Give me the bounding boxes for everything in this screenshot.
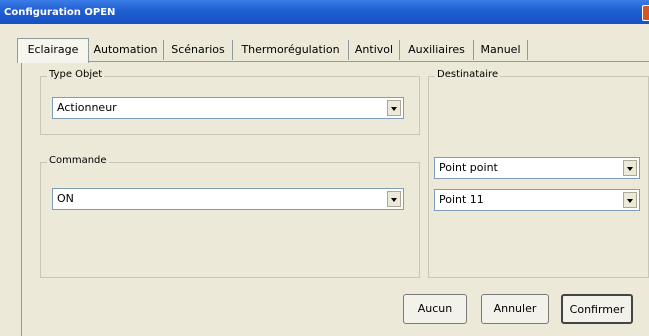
destinataire-point-select[interactable]: Point 11 <box>434 189 640 211</box>
commande-legend: Commande <box>47 155 109 166</box>
destinataire-legend: Destinataire <box>435 69 501 80</box>
destinataire-mode-value: Point point <box>439 161 498 174</box>
type-objet-select[interactable]: Actionneur <box>52 97 404 119</box>
chevron-down-icon[interactable] <box>387 100 401 116</box>
destinataire-mode-select[interactable]: Point point <box>434 157 640 179</box>
tab-eclairage[interactable]: Eclairage <box>17 38 89 63</box>
type-objet-value: Actionneur <box>57 101 117 114</box>
chevron-down-icon[interactable] <box>623 160 637 176</box>
close-icon[interactable] <box>642 5 649 21</box>
annuler-button[interactable]: Annuler <box>481 294 549 324</box>
commande-value: ON <box>57 192 74 205</box>
title-bar[interactable]: Configuration OPEN <box>0 0 649 24</box>
tab-scenarios[interactable]: Scénarios <box>164 40 233 60</box>
tab-automation[interactable]: Automation <box>88 40 164 60</box>
confirmer-button[interactable]: Confirmer <box>561 294 633 324</box>
commande-select[interactable]: ON <box>52 188 404 210</box>
chevron-down-icon[interactable] <box>387 191 401 207</box>
destinataire-point-value: Point 11 <box>439 193 484 206</box>
chevron-down-icon[interactable] <box>623 192 637 208</box>
configuration-window: Configuration OPEN Eclairage Automation … <box>0 0 649 336</box>
tab-manuel[interactable]: Manuel <box>474 40 528 60</box>
tab-antivol[interactable]: Antivol <box>349 40 400 60</box>
window-title: Configuration OPEN <box>4 7 116 18</box>
aucun-button[interactable]: Aucun <box>403 294 467 324</box>
type-objet-legend: Type Objet <box>47 69 105 80</box>
tab-auxiliaires[interactable]: Auxiliaires <box>400 40 474 60</box>
commande-group: Commande <box>40 155 420 278</box>
tab-thermoregulation[interactable]: Thermorégulation <box>233 40 349 60</box>
